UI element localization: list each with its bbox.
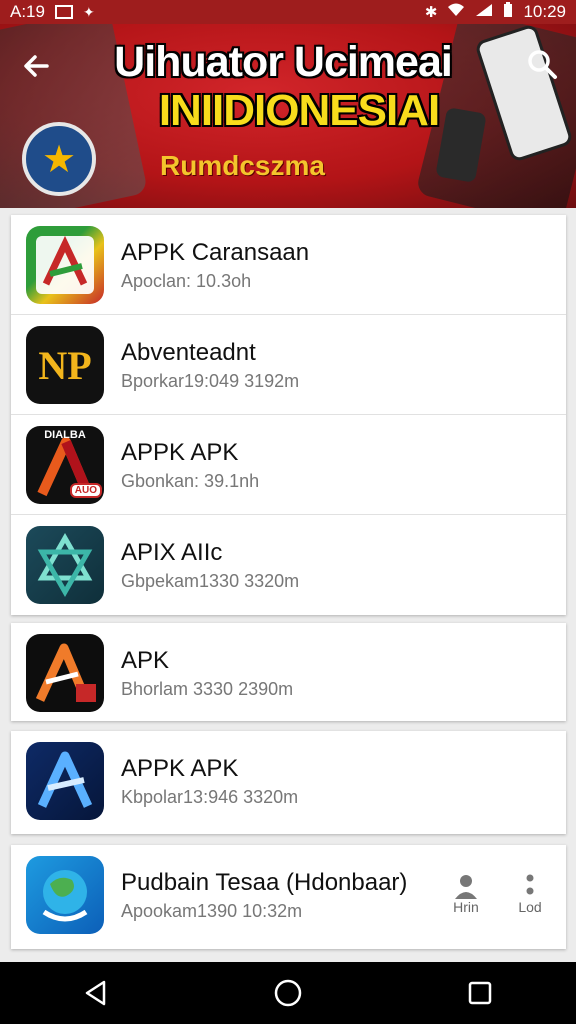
navigation-bar <box>0 962 576 1024</box>
signal-strength-icon <box>475 2 493 22</box>
app-meta: Kbpolar13:946 3320m <box>121 787 299 807</box>
list-item[interactable]: APK Bhorlam 3330 2390m <box>11 623 566 721</box>
app-name: APPK APK <box>121 439 239 466</box>
app-name: APPK APK <box>121 755 239 782</box>
list-item[interactable]: APIX AIIc Gbpekam1330 3320m <box>11 515 566 615</box>
np-icon: NP <box>26 326 104 404</box>
a-icon <box>26 742 104 820</box>
app-name: APPK Caransaan <box>121 239 310 266</box>
app-meta: Gbonkan: 39.1nh <box>121 471 260 491</box>
back-button[interactable] <box>16 46 56 86</box>
banner-tagline: Rumdcszma <box>160 150 325 181</box>
app-name: APIX AIIc <box>121 539 223 566</box>
app-icon-text: DIALBA <box>44 429 86 441</box>
app-meta: Apookam1390 10:32m <box>121 901 303 921</box>
app-list-card: APPK Caransaan Apoclan: 10.3oh NP Abvent… <box>11 215 566 615</box>
status-time: 10:29 <box>523 2 566 21</box>
app-meta: Gbpekam1330 3320m <box>121 571 300 591</box>
nav-home-button[interactable] <box>258 963 318 1023</box>
app-name: APK <box>121 647 170 674</box>
arrow-back-icon <box>24 55 49 77</box>
person-icon <box>455 875 477 899</box>
app-meta: Bporkar19:049 3192m <box>121 371 300 391</box>
nav-back-icon <box>85 980 106 1006</box>
profile-button[interactable]: Hrin <box>444 873 488 915</box>
more-button[interactable]: Lod <box>508 873 552 915</box>
app-name: Abventeadnt <box>121 339 256 366</box>
list-item[interactable]: Pudbain Tesaa (Hdonbaar) Apookam1390 10:… <box>11 845 566 949</box>
status-bar: A:19 ✦ ✱ 10:29 <box>0 0 576 24</box>
nav-home-icon <box>274 979 302 1007</box>
image-icon <box>54 5 73 19</box>
list-item[interactable]: NP Abventeadnt Bporkar19:049 3192m <box>11 315 566 415</box>
header-banner: ★ Uihuator Ucimeai INIIDIONESIAI Rumdcsz… <box>0 0 576 208</box>
app-icon-badge: AUO <box>69 483 102 498</box>
app-list-card: APK Bhorlam 3330 2390m <box>11 623 566 721</box>
signal-icon: ✦ <box>82 3 95 20</box>
banner-title: Uihuator Ucimeai <box>114 38 453 86</box>
app-name: Pudbain Tesaa (Hdonbaar) <box>121 869 408 896</box>
list-item[interactable]: DIALBA AUO APPK APK Gbonkan: 39.1nh <box>11 415 566 515</box>
app-list-card: Pudbain Tesaa (Hdonbaar) Apookam1390 10:… <box>11 845 566 949</box>
star-icon <box>26 526 104 604</box>
list-item[interactable]: APPK Caransaan Apoclan: 10.3oh <box>11 215 566 315</box>
status-carrier: A:19 <box>10 2 45 21</box>
app-meta: Apoclan: 10.3oh <box>121 271 252 291</box>
search-icon <box>528 50 557 79</box>
star-badge-icon: ★ <box>22 122 96 196</box>
wifi-icon <box>447 2 465 22</box>
app-list-card: APPK APK Kbpolar13:946 3320m <box>11 731 566 834</box>
nav-recents-button[interactable] <box>450 963 510 1023</box>
profile-label: Hrin <box>453 899 479 915</box>
app-meta: Bhorlam 3330 2390m <box>121 679 294 699</box>
app-icon-text: NP <box>38 342 92 388</box>
nav-back-button[interactable] <box>66 963 126 1023</box>
bluetooth-icon: ✱ <box>424 4 438 21</box>
globe-icon <box>26 856 104 934</box>
apk-icon <box>26 226 104 304</box>
more-label: Lod <box>518 899 542 915</box>
list-item[interactable]: APPK APK Kbpolar13:946 3320m <box>11 731 566 834</box>
search-button[interactable] <box>522 44 562 84</box>
a-icon: DIALBA AUO <box>26 426 104 504</box>
nav-recents-icon <box>468 981 492 1005</box>
more-vert-icon <box>526 874 534 895</box>
battery-icon <box>503 1 513 23</box>
banner-subtitle: INIIDIONESIAI <box>158 86 440 135</box>
a-icon <box>26 634 104 712</box>
